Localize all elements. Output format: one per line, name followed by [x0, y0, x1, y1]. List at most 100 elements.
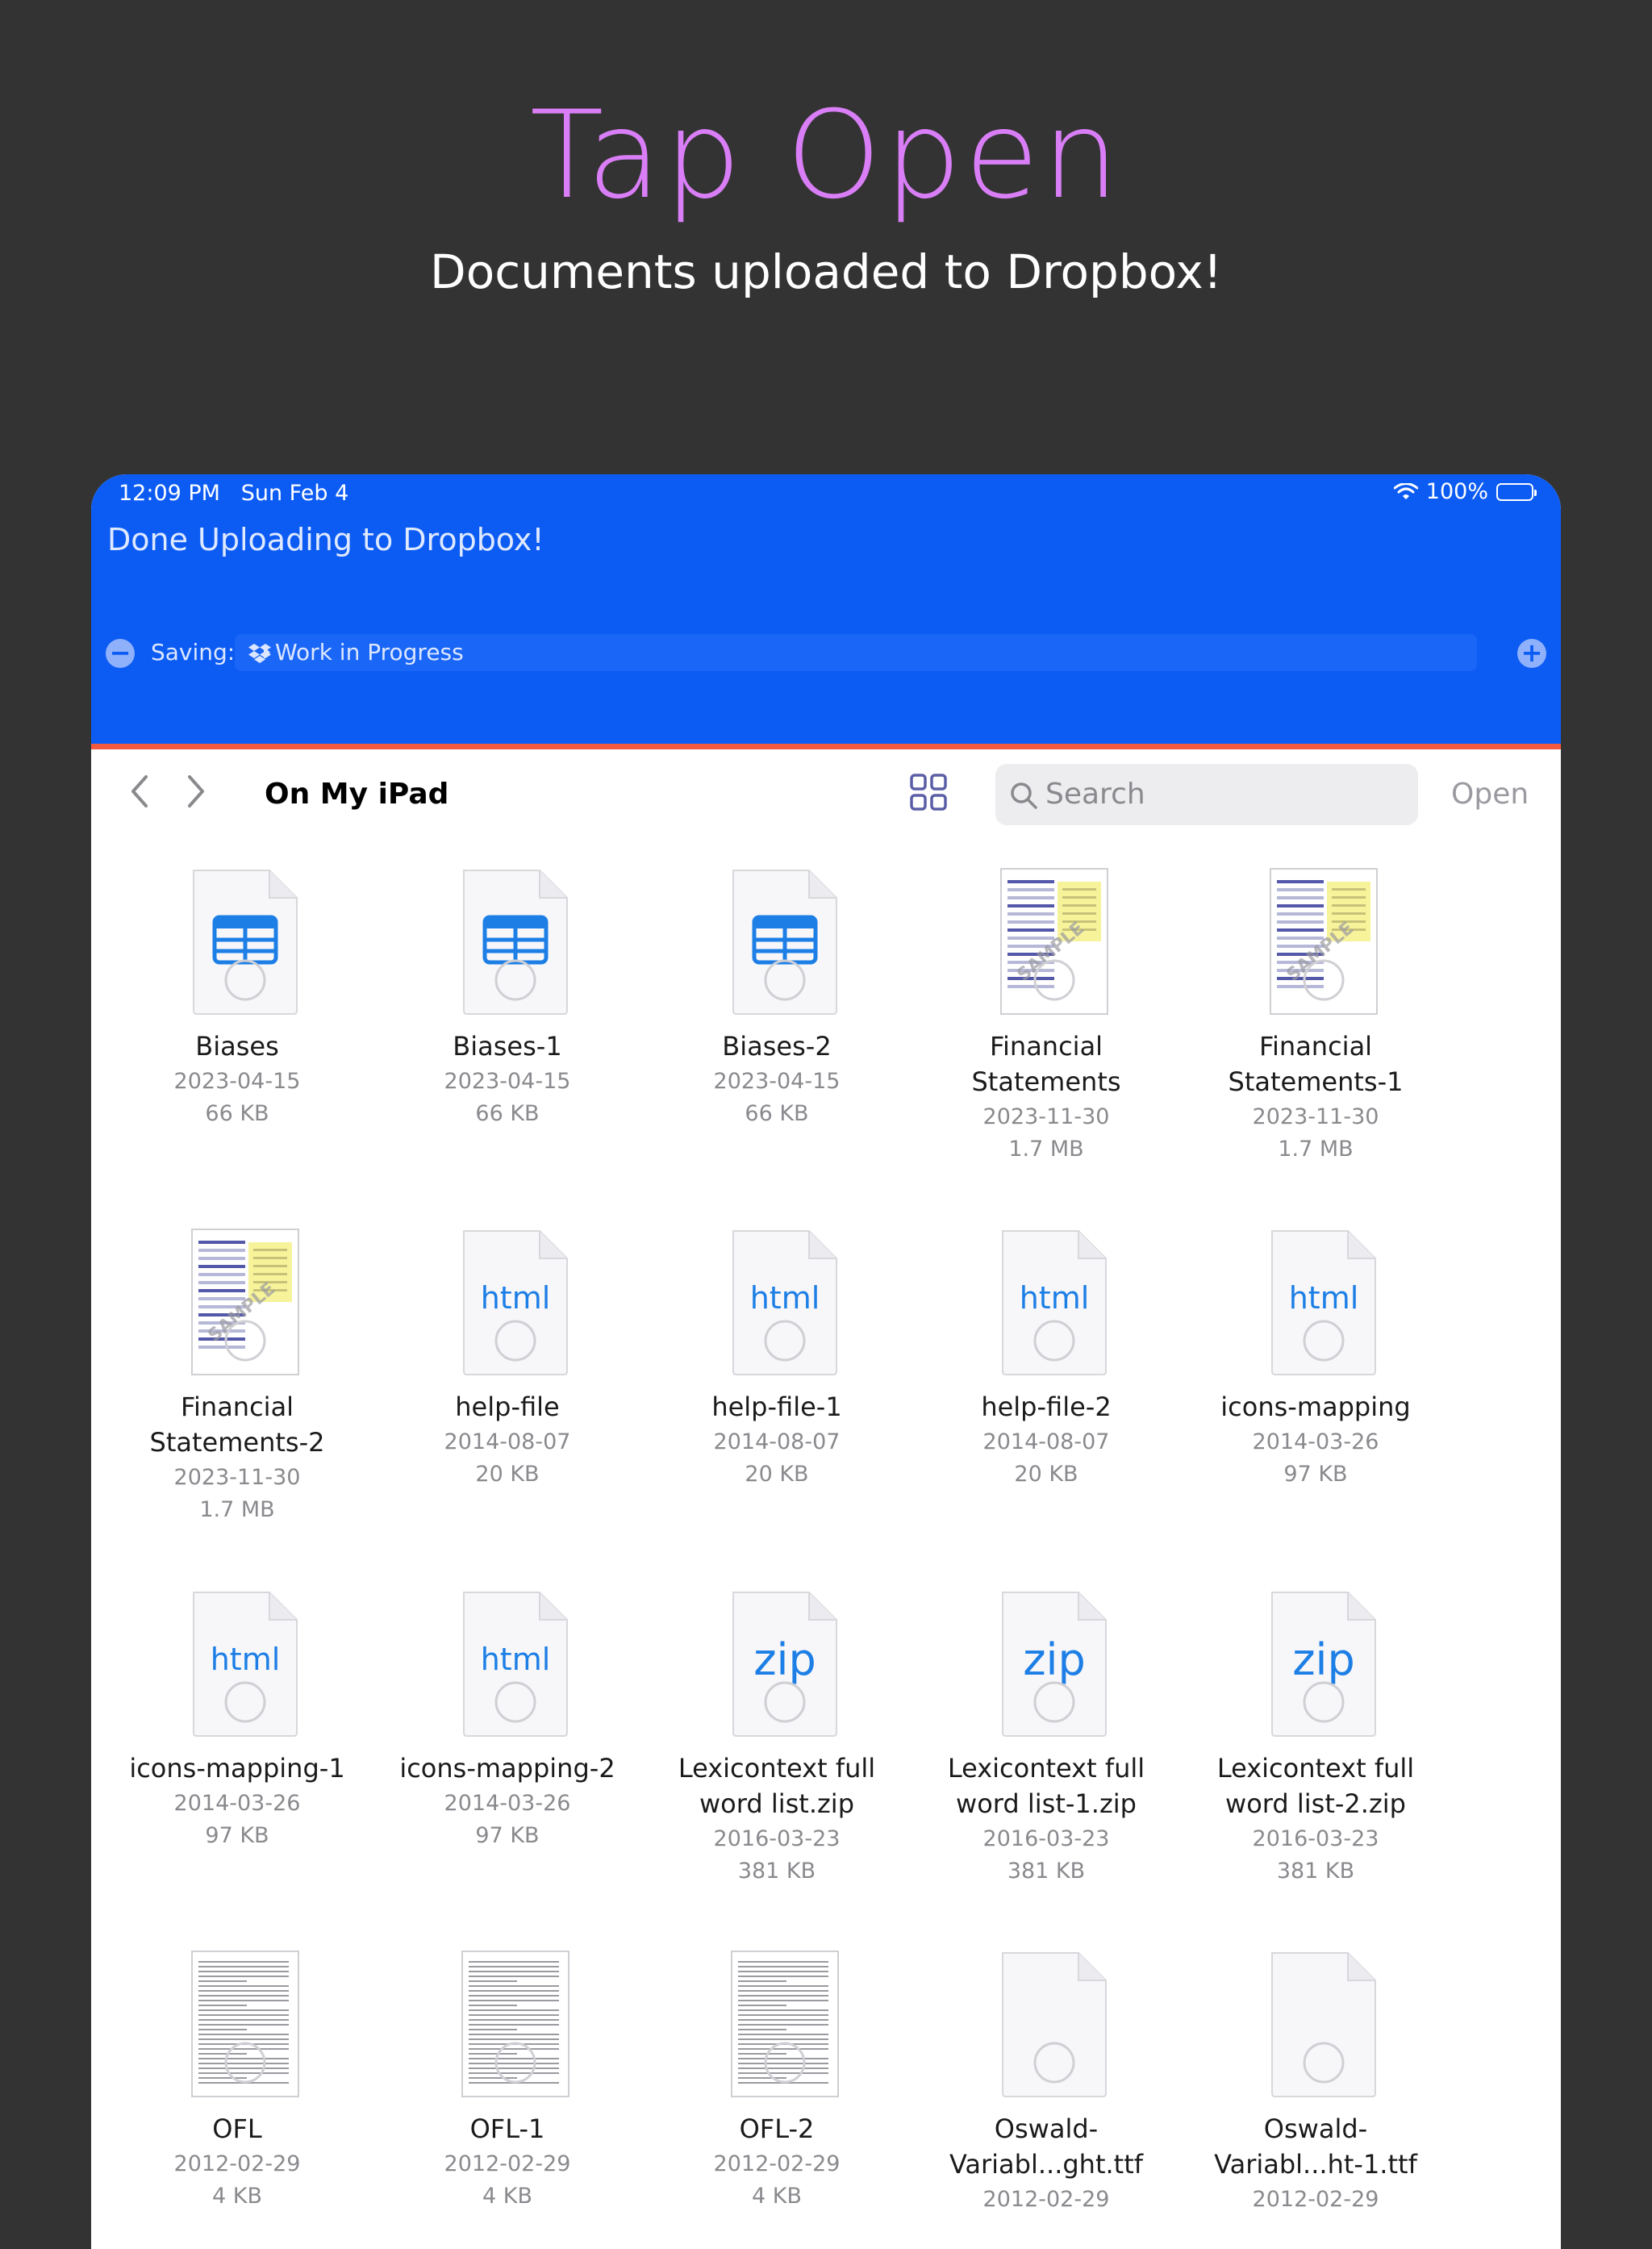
svg-text:html: html [1020, 1280, 1090, 1316]
file-size: 97 KB [205, 1823, 269, 1848]
file-size: 66 KB [745, 1101, 809, 1126]
file-name: help-file-2 [981, 1392, 1112, 1422]
file-name: icons-mapping [1220, 1392, 1411, 1422]
file-name: Oswald- Variabl...ht-1.ttf [1214, 2113, 1417, 2180]
file-size: 381 KB [1007, 1859, 1086, 1884]
file-date: 2016-03-23 [1252, 1826, 1379, 1851]
numbers-file-icon [728, 867, 841, 1016]
file-item[interactable]: html help-file-1 2014-08-07 20 KB [648, 1228, 906, 1567]
zip-file-icon: zip [1267, 1589, 1380, 1738]
file-size: 1.7 MB [199, 1497, 275, 1522]
file-name: Financial Statements [971, 1031, 1121, 1097]
file-date: 2014-03-26 [1252, 1429, 1379, 1454]
svg-text:zip: zip [753, 1634, 816, 1685]
file-size: 1.7 MB [1008, 1137, 1084, 1162]
svg-text:html: html [750, 1280, 820, 1316]
svg-text:html: html [481, 1280, 551, 1316]
file-item[interactable]: zip Lexicontext full word list-1.zip 2016-0… [917, 1589, 1175, 1928]
file-size: 97 KB [475, 1823, 540, 1848]
file-size: 20 KB [745, 1462, 809, 1487]
file-item[interactable]: html help-file-2 2014-08-07 20 KB [917, 1228, 1175, 1567]
file-name: help-file-1 [711, 1392, 842, 1422]
file-date: 2014-08-07 [982, 1429, 1110, 1454]
file-name: Lexicontext full word list-2.zip [1216, 1753, 1415, 1819]
file-date: 2023-11-30 [982, 1104, 1110, 1129]
promo-subtitle: Documents uploaded to Dropbox! [430, 244, 1222, 299]
file-date: 2023-04-15 [444, 1069, 571, 1094]
text-file-icon [189, 1950, 302, 2098]
file-size: 381 KB [737, 1859, 816, 1884]
file-item[interactable]: Oswald- Variabl...ht-1.ttf 2012-02-29 [1187, 1950, 1445, 2249]
file-date: 2012-02-29 [982, 2187, 1110, 2212]
file-name: Lexicontext full word list.zip [678, 1753, 876, 1819]
file-name: Biases [195, 1031, 279, 1062]
file-name: icons-mapping-2 [399, 1753, 615, 1784]
file-item[interactable]: SAMPLE Financial Statements-2 2023-11-30 1.7… [108, 1228, 366, 1567]
file-grid: Biases 2023-04-15 66 KB Biases-1 2023-04-15 6… [91, 474, 1561, 2249]
file-size: 4 KB [482, 2184, 532, 2209]
file-date: 2023-11-30 [1252, 1104, 1379, 1129]
file-item[interactable]: Biases 2023-04-15 66 KB [108, 867, 366, 1206]
file-date: 2012-02-29 [713, 2151, 841, 2176]
file-name: icons-mapping-1 [129, 1753, 345, 1784]
zip-file-icon: zip [998, 1589, 1111, 1738]
file-size: 1.7 MB [1278, 1137, 1354, 1162]
file-date: 2014-08-07 [713, 1429, 841, 1454]
promo-title: Tap Open [529, 86, 1123, 226]
blank-file-icon [998, 1950, 1111, 2098]
file-item[interactable]: SAMPLE Financial Statements-1 2023-11-30 1.7… [1187, 867, 1445, 1206]
pdf-file-icon: SAMPLE [998, 867, 1111, 1016]
numbers-file-icon [189, 867, 302, 1016]
html-file-icon: html [459, 1589, 572, 1738]
svg-text:zip: zip [1292, 1634, 1355, 1685]
file-date: 2016-03-23 [982, 1826, 1110, 1851]
file-item[interactable]: html icons-mapping-1 2014-03-26 97 KB [108, 1589, 366, 1928]
html-file-icon: html [998, 1228, 1111, 1376]
file-size: 4 KB [212, 2184, 262, 2209]
html-file-icon: html [728, 1228, 841, 1376]
file-name: Biases-1 [453, 1031, 562, 1062]
file-size: 20 KB [1014, 1462, 1078, 1487]
file-date: 2016-03-23 [713, 1826, 841, 1851]
file-name: help-file [455, 1392, 560, 1422]
file-item[interactable]: SAMPLE Financial Statements 2023-11-30 1.7 M… [917, 867, 1175, 1206]
text-file-icon [728, 1950, 841, 2098]
zip-file-icon: zip [728, 1589, 841, 1738]
file-name: Lexicontext full word list-1.zip [947, 1753, 1145, 1819]
file-size: 381 KB [1276, 1859, 1355, 1884]
svg-text:html: html [211, 1642, 281, 1677]
pdf-file-icon: SAMPLE [189, 1228, 302, 1376]
file-date: 2014-03-26 [444, 1791, 571, 1816]
file-name: OFL [212, 2113, 262, 2144]
file-item[interactable]: Biases-2 2023-04-15 66 KB [648, 867, 906, 1206]
file-name: Biases-2 [722, 1031, 832, 1062]
file-date: 2012-02-29 [444, 2151, 571, 2176]
file-item[interactable]: html help-file 2014-08-07 20 KB [378, 1228, 636, 1567]
file-item[interactable]: zip Lexicontext full word list.zip 2016-03-… [648, 1589, 906, 1928]
file-date: 2014-03-26 [173, 1791, 301, 1816]
file-item[interactable]: Biases-1 2023-04-15 66 KB [378, 867, 636, 1206]
file-date: 2012-02-29 [173, 2151, 301, 2176]
pdf-file-icon: SAMPLE [1267, 867, 1380, 1016]
blank-file-icon [1267, 1950, 1380, 2098]
file-size: 97 KB [1283, 1462, 1348, 1487]
file-name: Oswald- Variabl...ght.ttf [949, 2113, 1144, 2180]
file-item[interactable]: OFL-1 2012-02-29 4 KB [378, 1950, 636, 2249]
file-date: 2023-04-15 [173, 1069, 301, 1094]
file-date: 2012-02-29 [1252, 2187, 1379, 2212]
file-date: 2023-11-30 [173, 1465, 301, 1490]
file-item[interactable]: html icons-mapping 2014-03-26 97 KB [1187, 1228, 1445, 1567]
file-item[interactable]: Oswald- Variabl...ght.ttf 2012-02-29 [917, 1950, 1175, 2249]
file-size: 66 KB [475, 1101, 540, 1126]
file-name: OFL-2 [739, 2113, 815, 2144]
svg-text:html: html [1289, 1280, 1359, 1316]
file-size: 20 KB [475, 1462, 540, 1487]
file-item[interactable]: zip Lexicontext full word list-2.zip 2016-0… [1187, 1589, 1445, 1928]
numbers-file-icon [459, 867, 572, 1016]
file-name: Financial Statements-2 [149, 1392, 325, 1458]
file-date: 2014-08-07 [444, 1429, 571, 1454]
html-file-icon: html [1267, 1228, 1380, 1376]
file-item[interactable]: OFL 2012-02-29 4 KB [108, 1950, 366, 2249]
file-item[interactable]: OFL-2 2012-02-29 4 KB [648, 1950, 906, 2249]
file-item[interactable]: html icons-mapping-2 2014-03-26 97 KB [378, 1589, 636, 1928]
